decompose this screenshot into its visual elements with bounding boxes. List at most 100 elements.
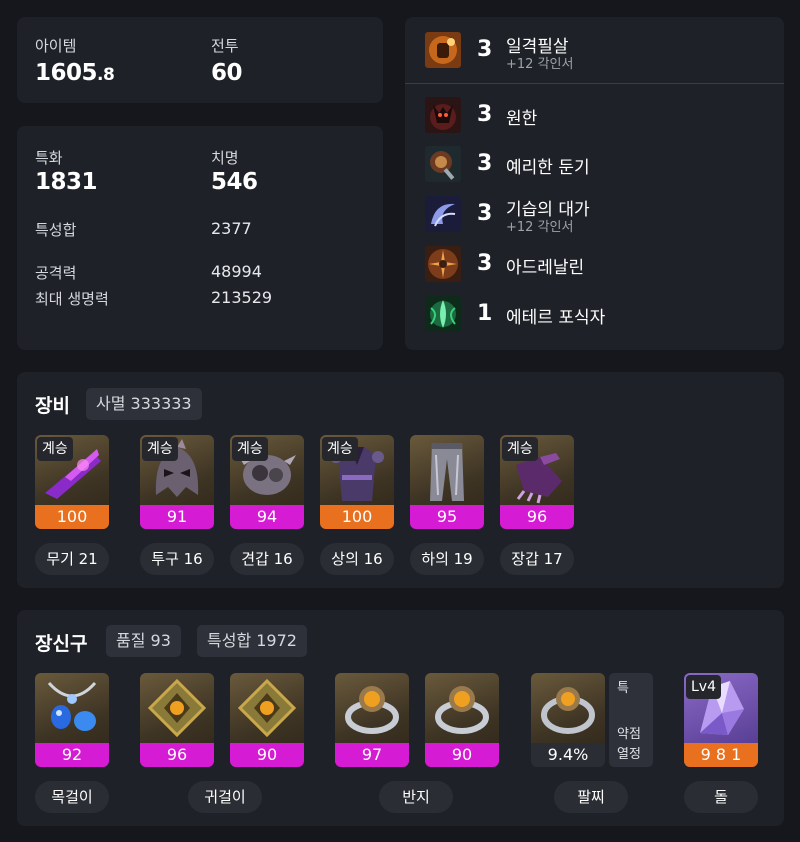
quality-bar: 90 <box>425 743 499 767</box>
mace-icon <box>425 146 461 182</box>
quality-bar: 100 <box>320 505 394 529</box>
equipment-name-pants: 하의 19 <box>410 543 484 575</box>
engraving-name: 예리한 둔기 <box>506 158 590 178</box>
bracelet-effect: 특 <box>617 681 629 696</box>
equipment-name-chest: 상의 16 <box>320 543 394 575</box>
earring-icon <box>140 673 214 743</box>
combat-level-value: 60 <box>211 60 243 86</box>
accessory-slot-bracelet[interactable]: 9.4% <box>531 673 605 767</box>
fist-icon <box>425 32 461 68</box>
stone-level-badge: Lv4 <box>686 675 721 699</box>
engraving-row[interactable]: 3 아드레날린 <box>405 240 785 288</box>
equipment-card: 장비 사멸 333333 계승 100 계승 91 계승 94 계승 100 9… <box>17 372 784 588</box>
earring-icon <box>230 673 304 743</box>
crit-label: 치명 <box>211 149 239 167</box>
combat-level-label: 전투 <box>211 37 239 55</box>
bracelet-effect: 열정 <box>617 747 641 762</box>
equipment-slot-weapon[interactable]: 계승 100 <box>35 435 109 529</box>
engraving-level: 3 <box>477 251 493 276</box>
hp-value: 213529 <box>211 288 273 307</box>
item-level-dec: .8 <box>97 65 115 85</box>
equipment-name-shoulder: 견갑 16 <box>230 543 304 575</box>
ring-icon <box>425 673 499 743</box>
inherit-badge: 계승 <box>142 437 178 461</box>
accessory-stat-total-tag: 특성합 1972 <box>197 625 307 657</box>
accessory-label-ring: 반지 <box>379 781 453 813</box>
summary-card: 아이템 1605.8 전투 60 <box>17 17 383 103</box>
engraving-row[interactable]: 3 예리한 둔기 <box>405 140 785 188</box>
pants-icon <box>410 435 484 505</box>
engraving-sub: +12 각인서 <box>506 220 574 235</box>
stat-total-value: 2377 <box>211 219 252 238</box>
item-level-value: 1605.8 <box>35 60 115 86</box>
demon-icon <box>425 97 461 133</box>
engraving-level: 3 <box>477 102 493 127</box>
accessory-slot-earring[interactable]: 90 <box>230 673 304 767</box>
accessory-slot-necklace[interactable]: 92 <box>35 673 109 767</box>
accessory-label-stone: 돌 <box>684 781 758 813</box>
equipment-slot-helmet[interactable]: 계승 91 <box>140 435 214 529</box>
bracelet-icon <box>531 673 605 743</box>
engraving-level: 3 <box>477 201 493 226</box>
equipment-slot-shoulder[interactable]: 계승 94 <box>230 435 304 529</box>
accessory-slot-stone[interactable]: Lv4 9 8 1 <box>684 673 758 767</box>
quality-bar: 100 <box>35 505 109 529</box>
inherit-badge: 계승 <box>232 437 268 461</box>
bracelet-effect: 약점 <box>617 727 641 742</box>
stone-stat-bar: 9 8 1 <box>684 743 758 767</box>
accessories-title: 장신구 <box>35 633 88 655</box>
engraving-row[interactable]: 3 기습의 대가 +12 각인서 <box>405 190 785 238</box>
equipment-name-weapon: 무기 21 <box>35 543 109 575</box>
quality-bar: 94 <box>230 505 304 529</box>
crit-value: 546 <box>211 169 258 195</box>
quality-bar: 91 <box>140 505 214 529</box>
burst-icon <box>425 246 461 282</box>
engraving-divider <box>405 83 784 84</box>
ether-icon <box>425 296 461 332</box>
accessory-slot-ring[interactable]: 90 <box>425 673 499 767</box>
ring-icon <box>335 673 409 743</box>
item-level-int: 1605 <box>35 60 98 86</box>
quality-bar: 97 <box>335 743 409 767</box>
engraving-row[interactable]: 3 원한 <box>405 91 785 139</box>
quality-bar: 96 <box>140 743 214 767</box>
hp-label: 최대 생명력 <box>35 290 109 308</box>
engraving-row[interactable]: 3 일격필살 +12 각인서 <box>405 26 785 74</box>
bracelet-effects: 특 약점 열정 <box>609 673 653 767</box>
accessories-card: 장신구 품질 93 특성합 1972 92 96 90 97 90 9.4% 특… <box>17 610 784 826</box>
engraving-level: 1 <box>477 301 493 326</box>
stats-card: 특화 1831 치명 546 특성합 2377 공격력 48994 최대 생명력… <box>17 126 383 350</box>
quality-bar: 96 <box>500 505 574 529</box>
engraving-name: 에테르 포식자 <box>506 308 606 328</box>
accessory-slot-earring[interactable]: 96 <box>140 673 214 767</box>
engraving-sub: +12 각인서 <box>506 57 574 72</box>
spec-value: 1831 <box>35 169 98 195</box>
engraving-level: 3 <box>477 37 493 62</box>
necklace-icon <box>35 673 109 743</box>
attack-value: 48994 <box>211 262 262 281</box>
engraving-name: 아드레날린 <box>506 258 585 278</box>
engraving-level: 3 <box>477 151 493 176</box>
engravings-card: 3 일격필살 +12 각인서 3 원한 3 예리한 둔기 3 기습의 대가 +1… <box>405 17 784 350</box>
engraving-row[interactable]: 1 에테르 포식자 <box>405 290 785 338</box>
quality-bar: 92 <box>35 743 109 767</box>
accessory-slot-ring[interactable]: 97 <box>335 673 409 767</box>
inherit-badge: 계승 <box>37 437 73 461</box>
bracelet-stat-bar: 9.4% <box>531 743 605 767</box>
equipment-name-helmet: 투구 16 <box>140 543 214 575</box>
equipment-slot-pants[interactable]: 95 <box>410 435 484 529</box>
engraving-name: 원한 <box>506 109 538 129</box>
attack-label: 공격력 <box>35 264 77 282</box>
swirl-icon <box>425 196 461 232</box>
spec-label: 특화 <box>35 149 63 167</box>
equipment-title: 장비 <box>35 395 70 417</box>
equipment-slot-gloves[interactable]: 계승 96 <box>500 435 574 529</box>
equipment-slot-chest[interactable]: 계승 100 <box>320 435 394 529</box>
item-level-label: 아이템 <box>35 37 77 55</box>
accessory-label-earring: 귀걸이 <box>188 781 262 813</box>
equipment-name-gloves: 장갑 17 <box>500 543 574 575</box>
stat-total-label: 특성합 <box>35 221 77 239</box>
accessory-label-bracelet: 팔찌 <box>554 781 628 813</box>
inherit-badge: 계승 <box>322 437 358 461</box>
quality-bar: 90 <box>230 743 304 767</box>
